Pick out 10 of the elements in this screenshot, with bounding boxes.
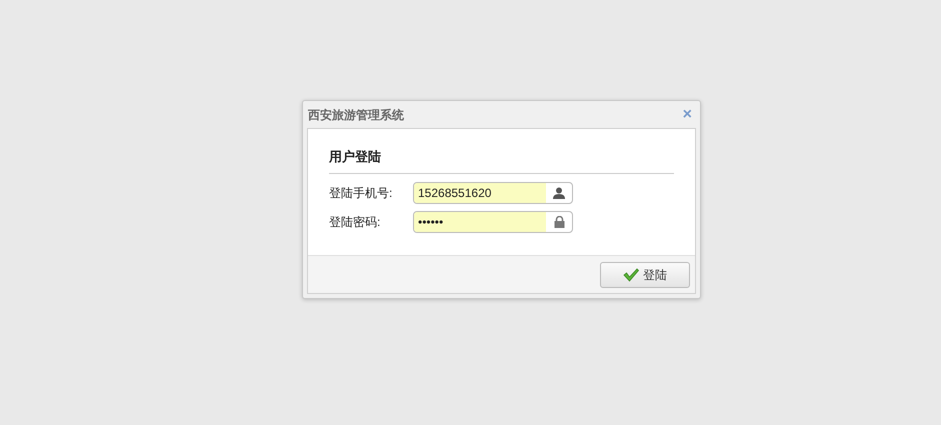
lock-icon [554, 216, 564, 228]
window-title: 西安旅游管理系统 [308, 106, 404, 124]
field-label: 登陆密码: [329, 214, 382, 230]
user-icon [553, 186, 565, 198]
section-title: 用户登陆 [329, 147, 674, 174]
login-button[interactable]: 登陆 [600, 262, 690, 288]
check-icon [623, 268, 639, 282]
phone-field[interactable]: 15268551620 [413, 182, 573, 204]
field-label: 登陆手机号: [329, 184, 394, 202]
password-field[interactable]: •••••• [413, 210, 573, 232]
